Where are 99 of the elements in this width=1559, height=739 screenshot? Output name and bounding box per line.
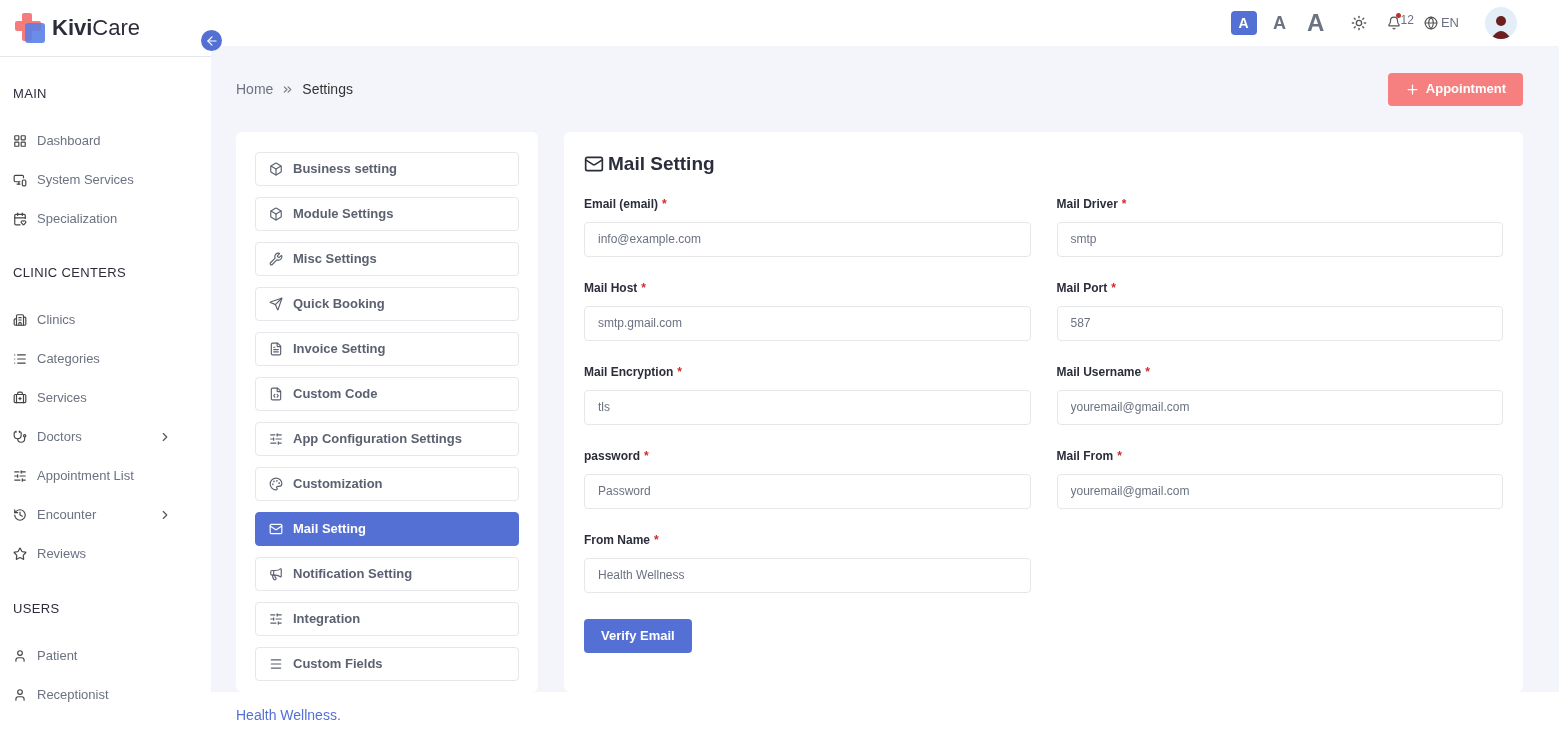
input-field[interactable]: youremail@gmail.com — [1056, 389, 1503, 425]
input-field[interactable]: smtp.gmail.com — [584, 305, 1031, 341]
user-icon — [13, 687, 27, 702]
megaphone-icon — [269, 567, 283, 581]
settings-menu-item[interactable]: Integration — [255, 602, 519, 636]
sidebar-item[interactable]: Doctors — [13, 417, 198, 457]
monitor-icon — [13, 172, 27, 187]
input-field[interactable]: Health Wellness — [584, 557, 1031, 593]
settings-menu-item[interactable]: Business setting — [255, 152, 519, 186]
breadcrumb-link[interactable]: Home — [236, 78, 274, 100]
briefcase-icon — [13, 391, 27, 405]
field-label: password — [584, 447, 640, 465]
sidebar-item[interactable]: Patient — [13, 636, 198, 675]
footer-text: . — [336, 706, 341, 725]
list-icon — [13, 352, 27, 366]
field-label: Mail Encryption — [584, 363, 674, 381]
menu-icon — [269, 657, 283, 671]
field-label: Mail Username — [1056, 363, 1142, 381]
sidebar-item[interactable]: Dashboard — [13, 121, 198, 160]
card-title: Mail Setting — [608, 152, 715, 176]
settings-menu-item[interactable]: Module Settings — [255, 197, 519, 231]
user-icon — [13, 648, 27, 663]
input-field[interactable]: info@example.com — [584, 221, 1031, 257]
sidebar-item[interactable]: Receptionist — [13, 675, 198, 714]
sidebar-item[interactable]: Appointment List — [13, 456, 198, 496]
palette-icon — [269, 477, 283, 491]
sliders-icon — [269, 432, 283, 446]
required-asterisk: * — [662, 195, 667, 213]
section-heading: CLINIC CENTERS — [13, 264, 127, 282]
required-asterisk: * — [1117, 447, 1122, 465]
verify-email-button[interactable]: Verify Email — [584, 618, 692, 653]
required-asterisk: * — [641, 279, 646, 297]
breadcrumb-current: Settings — [302, 79, 353, 99]
input-field[interactable]: Password — [584, 473, 1031, 509]
sidebar-item[interactable]: Encounter — [13, 495, 198, 535]
sliders-icon — [13, 469, 27, 483]
field-label: Mail From — [1056, 447, 1114, 465]
grid-icon — [13, 133, 27, 148]
settings-menu-item[interactable]: Custom Code — [255, 377, 519, 411]
tools-icon — [269, 252, 283, 266]
logo-icon — [14, 10, 48, 45]
plus-icon — [1404, 81, 1420, 97]
settings-menu-item[interactable]: Mail Setting — [255, 512, 519, 546]
input-field[interactable]: 587 — [1056, 305, 1503, 341]
theme-toggle-icon[interactable] — [1350, 15, 1367, 31]
field-label: From Name — [584, 531, 651, 549]
calendar-icon — [13, 211, 27, 226]
cube-icon — [269, 162, 283, 176]
input-field[interactable]: youremail@gmail.com — [1056, 473, 1503, 509]
star-icon — [13, 547, 27, 561]
required-asterisk: * — [1111, 279, 1116, 297]
settings-menu-item[interactable]: Customization — [255, 467, 519, 501]
input-field[interactable]: smtp — [1056, 221, 1503, 257]
stethoscope-icon — [13, 430, 27, 444]
font-size-button[interactable]: A — [1302, 11, 1329, 35]
field-label: Mail Port — [1056, 279, 1108, 297]
section-heading: MAIN — [13, 84, 48, 103]
settings-menu-item[interactable]: Custom Fields — [255, 647, 519, 681]
brand-name: KiviCare — [52, 14, 141, 43]
required-asterisk: * — [677, 363, 682, 381]
required-asterisk: * — [1145, 363, 1150, 381]
sidebar-item[interactable]: Categories — [13, 339, 198, 379]
avatar[interactable] — [1485, 7, 1517, 39]
notification-count: 12 — [1400, 12, 1414, 29]
history-icon — [13, 508, 27, 522]
sidebar-item[interactable]: Clinics — [13, 300, 198, 340]
field-label: Mail Driver — [1056, 195, 1118, 213]
notification-bell-icon[interactable] — [1386, 16, 1401, 30]
font-size-button[interactable]: A — [1266, 11, 1293, 35]
required-asterisk: * — [654, 531, 659, 549]
settings-menu-item[interactable]: Quick Booking — [255, 287, 519, 321]
language-selector[interactable]: EN — [1440, 13, 1459, 33]
envelope-icon — [584, 154, 604, 175]
required-asterisk: * — [644, 447, 649, 465]
settings-menu-item[interactable]: Misc Settings — [255, 242, 519, 276]
field-label: Email (email) — [584, 195, 659, 213]
settings-menu-item[interactable]: Invoice Setting — [255, 332, 519, 366]
collapse-sidebar-button[interactable] — [201, 30, 222, 51]
building-icon — [13, 313, 27, 327]
paper-plane-icon — [269, 297, 283, 311]
sliders-icon — [269, 612, 283, 626]
input-field[interactable]: tls — [584, 389, 1031, 425]
settings-menu-item[interactable]: App Configuration Settings — [255, 422, 519, 456]
sidebar-item[interactable]: Specialization — [13, 199, 198, 238]
envelope-icon — [269, 522, 283, 536]
font-size-button[interactable]: A — [1230, 11, 1257, 35]
footer-link[interactable]: Health Wellness — [236, 705, 337, 726]
settings-menu-item[interactable]: Notification Setting — [255, 557, 519, 591]
field-label: Mail Host — [584, 279, 638, 297]
cube-icon — [269, 207, 283, 221]
code-file-icon — [269, 387, 283, 401]
document-icon — [269, 342, 283, 356]
sidebar-item[interactable]: Services — [13, 378, 198, 418]
globe-icon[interactable] — [1423, 16, 1438, 30]
back-arrow-icon — [204, 33, 219, 48]
required-asterisk: * — [1121, 195, 1127, 213]
sidebar-item[interactable]: Reviews — [13, 534, 198, 574]
sidebar-item[interactable]: System Services — [13, 160, 198, 199]
section-heading: USERS — [13, 599, 61, 618]
